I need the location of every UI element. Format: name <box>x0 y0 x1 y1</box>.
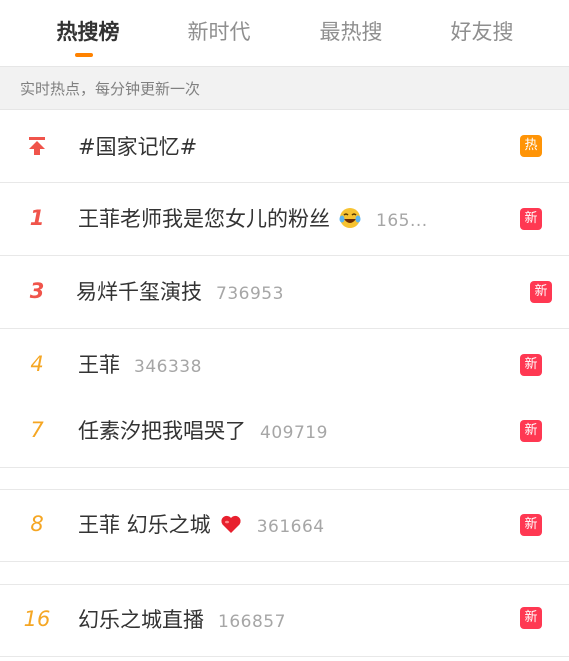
topic-title: 幻乐之城直播 <box>78 608 204 632</box>
list-item[interactable]: 16 幻乐之城直播 166857 新 <box>0 585 569 657</box>
hot-search-page: 热搜榜 新时代 最热搜 好友搜 实时热点，每分钟更新一次 #国家记忆# 热 1 … <box>0 0 569 661</box>
topic-text[interactable]: 王菲 346338 <box>78 350 202 382</box>
topic-text[interactable]: 王菲 幻乐之城 361664 <box>78 510 325 542</box>
list-divider <box>0 563 569 585</box>
laughing-tears-emoji-icon <box>339 208 361 228</box>
search-count: 165... <box>376 211 428 231</box>
topic-text[interactable]: #国家记忆# <box>78 132 197 162</box>
topic-text[interactable]: 任素汐把我唱哭了 409719 <box>78 416 328 448</box>
new-badge: 新 <box>520 354 542 376</box>
search-count: 361664 <box>256 517 325 537</box>
rank-number: 1 <box>29 206 45 230</box>
active-tab-indicator <box>75 53 93 57</box>
list-divider <box>0 468 569 490</box>
new-badge: 新 <box>520 420 542 442</box>
list-item[interactable]: 4 王菲 346338 新 <box>0 330 569 402</box>
rank-number: 8 <box>30 512 44 536</box>
new-badge: 新 <box>520 607 542 629</box>
new-badge: 新 <box>520 514 542 536</box>
pin-top-icon <box>29 137 45 155</box>
rank-number: 7 <box>30 418 44 442</box>
topic-title: 任素汐把我唱哭了 <box>78 419 246 443</box>
list-item[interactable]: 7 任素汐把我唱哭了 409719 新 <box>0 396 569 468</box>
topic-title: 王菲老师我是您女儿的粉丝 <box>78 207 330 231</box>
topic-title: #国家记忆# <box>78 135 198 159</box>
section-header-text: 实时热点，每分钟更新一次 <box>20 80 201 98</box>
tab-hottest-search[interactable]: 最热搜 <box>313 14 389 54</box>
tab-friends-search[interactable]: 好友搜 <box>444 14 520 54</box>
topic-text[interactable]: 幻乐之城直播 166857 <box>78 605 286 637</box>
topic-title: 易烊千玺演技 <box>76 280 202 304</box>
topic-title: 王菲 <box>78 353 120 377</box>
section-header: 实时热点，每分钟更新一次 <box>0 66 569 110</box>
list-item[interactable]: 1 王菲老师我是您女儿的粉丝 165... 新 <box>0 184 569 256</box>
rank-number: 4 <box>30 352 44 376</box>
tab-new-era[interactable]: 新时代 <box>181 14 257 54</box>
rank-number: 16 <box>23 607 51 631</box>
list-item[interactable]: #国家记忆# 热 <box>0 111 569 183</box>
tab-bar: 热搜榜 新时代 最热搜 好友搜 <box>0 0 569 64</box>
list-item[interactable]: 3 易烊千玺演技 736953 新 <box>0 257 569 329</box>
rank-number: 3 <box>29 279 45 303</box>
hot-badge: 热 <box>520 135 542 157</box>
tab-hot-search[interactable]: 热搜榜 <box>50 14 126 54</box>
topic-text[interactable]: 易烊千玺演技 736953 <box>76 277 284 309</box>
list-item[interactable]: 8 王菲 幻乐之城 361664 新 <box>0 490 569 562</box>
search-count: 346338 <box>134 357 202 377</box>
search-count: 166857 <box>218 612 286 632</box>
topic-title: 王菲 幻乐之城 <box>78 513 211 537</box>
new-badge: 新 <box>530 281 552 303</box>
new-badge: 新 <box>520 208 542 230</box>
search-count: 409719 <box>260 423 328 443</box>
heart-icon <box>221 515 241 533</box>
topic-text[interactable]: 王菲老师我是您女儿的粉丝 165... <box>78 204 428 236</box>
search-count: 736953 <box>216 284 284 304</box>
